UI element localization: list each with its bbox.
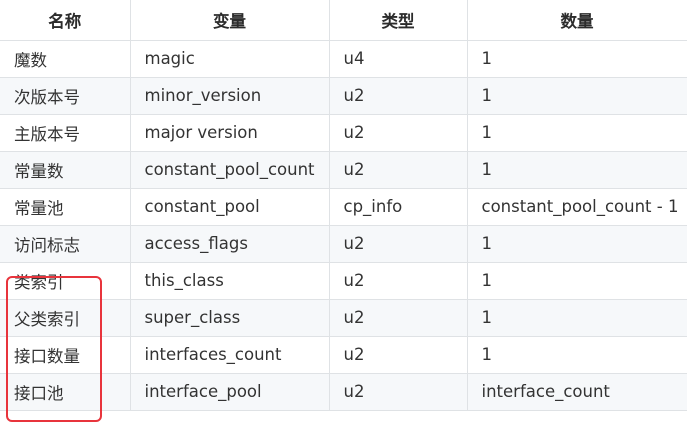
cell-type: u2 <box>328 298 468 337</box>
cell-count: 1 <box>466 150 687 189</box>
cell-name: 类索引 <box>0 261 131 300</box>
cell-variable: magic <box>129 39 330 78</box>
cell-variable: interfaces_count <box>129 335 330 374</box>
table-header-row: 名称 变量 类型 数量 <box>0 0 687 41</box>
table-row: 主版本号 major version u2 1 <box>0 113 687 152</box>
cell-count: 1 <box>466 39 687 78</box>
cell-variable: interface_pool <box>129 372 330 411</box>
cell-type: u2 <box>328 76 468 115</box>
cell-name: 接口池 <box>0 372 131 411</box>
cell-name: 次版本号 <box>0 76 131 115</box>
cell-count: 1 <box>466 335 687 374</box>
table-row: 魔数 magic u4 1 <box>0 39 687 78</box>
cell-variable: access_flags <box>129 224 330 263</box>
cell-name: 访问标志 <box>0 224 131 263</box>
cell-name: 常量数 <box>0 150 131 189</box>
table-row: 次版本号 minor_version u2 1 <box>0 76 687 115</box>
table-row: 常量池 constant_pool cp_info constant_pool_… <box>0 187 687 226</box>
cell-name: 魔数 <box>0 39 131 78</box>
table-row: 父类索引 super_class u2 1 <box>0 298 687 337</box>
cell-count: 1 <box>466 113 687 152</box>
cell-type: cp_info <box>328 187 468 226</box>
cell-name: 主版本号 <box>0 113 131 152</box>
cell-name: 父类索引 <box>0 298 131 337</box>
cell-type: u2 <box>328 335 468 374</box>
header-name: 名称 <box>0 0 131 41</box>
class-file-structure-table: 名称 变量 类型 数量 魔数 magic u4 1 次版本号 minor_ver… <box>0 0 687 411</box>
class-file-structure-table-wrapper: 名称 变量 类型 数量 魔数 magic u4 1 次版本号 minor_ver… <box>0 0 687 411</box>
table-row: 接口数量 interfaces_count u2 1 <box>0 335 687 374</box>
cell-variable: this_class <box>129 261 330 300</box>
cell-count: 1 <box>466 298 687 337</box>
table-row: 常量数 constant_pool_count u2 1 <box>0 150 687 189</box>
cell-name: 常量池 <box>0 187 131 226</box>
cell-variable: constant_pool <box>129 187 330 226</box>
header-type: 类型 <box>328 0 468 41</box>
cell-type: u2 <box>328 372 468 411</box>
cell-count: constant_pool_count - 1 <box>466 187 687 226</box>
cell-type: u4 <box>328 39 468 78</box>
cell-name: 接口数量 <box>0 335 131 374</box>
table-row: 接口池 interface_pool u2 interface_count <box>0 372 687 411</box>
cell-type: u2 <box>328 261 468 300</box>
cell-variable: major version <box>129 113 330 152</box>
cell-count: interface_count <box>466 372 687 411</box>
table-row: 访问标志 access_flags u2 1 <box>0 224 687 263</box>
cell-variable: constant_pool_count <box>129 150 330 189</box>
cell-count: 1 <box>466 261 687 300</box>
cell-count: 1 <box>466 224 687 263</box>
table-row: 类索引 this_class u2 1 <box>0 261 687 300</box>
header-count: 数量 <box>466 0 687 41</box>
header-variable: 变量 <box>129 0 330 41</box>
cell-type: u2 <box>328 113 468 152</box>
cell-type: u2 <box>328 224 468 263</box>
cell-count: 1 <box>466 76 687 115</box>
cell-variable: minor_version <box>129 76 330 115</box>
cell-type: u2 <box>328 150 468 189</box>
cell-variable: super_class <box>129 298 330 337</box>
